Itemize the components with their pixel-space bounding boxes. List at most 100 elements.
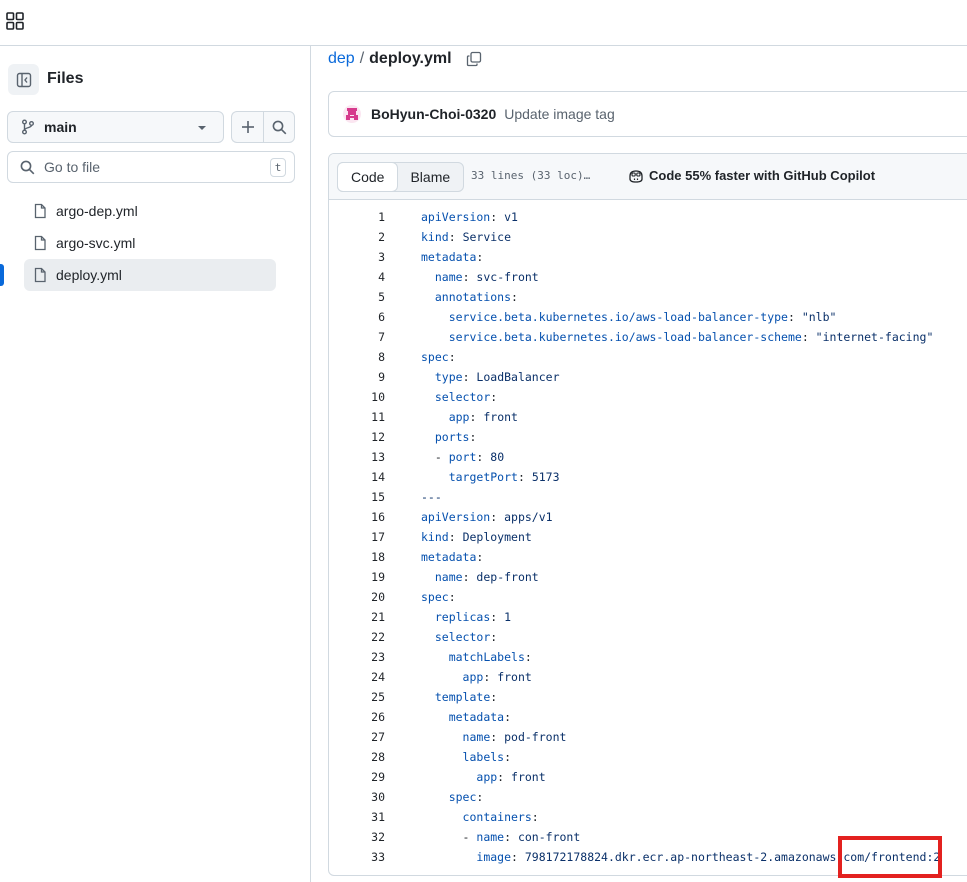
line-number[interactable]: 3 [329,247,385,267]
file-line-count: 33 lines (33 loc)… [471,169,591,182]
line-number[interactable]: 16 [329,507,385,527]
code-text: service.beta.kubernetes.io/aws-load-bala… [448,310,837,324]
code-line: 25 template: [329,687,967,707]
code-line: 24 app: front [329,667,967,687]
code-text: apiVersion: apps/v1 [421,510,553,524]
yaml-value: "nlb" [794,310,837,324]
collapse-sidebar-button[interactable] [8,64,39,95]
line-number[interactable]: 28 [329,747,385,767]
code-line: 20 spec: [329,587,967,607]
line-number[interactable]: 1 [329,207,385,227]
breadcrumb: dep / deploy.yml [328,50,482,68]
commit-message[interactable]: Update image tag [504,106,615,122]
code-text: spec: [421,590,456,604]
tree-item-argo-svc[interactable]: argo-svc.yml [24,227,276,259]
yaml-key: name [434,270,463,284]
line-number[interactable]: 19 [329,567,385,587]
line-number[interactable]: 33 [329,847,385,867]
line-number[interactable]: 23 [329,647,385,667]
line-number[interactable]: 7 [329,327,385,347]
keyboard-shortcut-hint: t [270,158,286,177]
line-number[interactable]: 20 [329,587,385,607]
add-file-button[interactable] [231,111,263,143]
copy-path-icon[interactable] [466,51,482,67]
code-text: labels: [462,750,512,764]
search-code-button[interactable] [263,111,295,143]
go-to-file-input[interactable] [44,159,244,175]
line-number[interactable]: 15 [329,487,385,507]
line-number[interactable]: 18 [329,547,385,567]
line-number[interactable]: 22 [329,627,385,647]
yaml-key: metadata [421,550,477,564]
branch-select-button[interactable]: main [7,111,224,143]
yaml-key: matchLabels [448,650,525,664]
tab-blame[interactable]: Blame [397,163,463,191]
line-number[interactable]: 4 [329,267,385,287]
code-line: 17 kind: Deployment [329,527,967,547]
tree-item-deploy[interactable]: deploy.yml [24,259,276,291]
code-line: 3 metadata: [329,247,967,267]
line-number[interactable]: 21 [329,607,385,627]
code-text: name: pod-front [462,730,567,744]
go-to-file-field[interactable]: t [7,151,295,183]
line-number[interactable]: 14 [329,467,385,487]
code-line: 2 kind: Service [329,227,967,247]
line-number[interactable]: 13 [329,447,385,467]
tree-item-argo-dep[interactable]: argo-dep.yml [24,195,276,227]
yaml-value: v1 [497,210,518,224]
breadcrumb-repo-link[interactable]: dep [328,50,355,68]
commit-author[interactable]: BoHyun-Choi-0320 [371,106,496,122]
line-number[interactable]: 30 [329,787,385,807]
breadcrumb-current-file: deploy.yml [369,50,452,67]
line-number[interactable]: 26 [329,707,385,727]
line-number[interactable]: 12 [329,427,385,447]
code-text: - port: 80 [421,450,505,464]
code-text: selector: [434,630,498,644]
line-number[interactable]: 2 [329,227,385,247]
code-line: 19 name: dep-front [329,567,967,587]
line-number[interactable]: 32 [329,827,385,847]
code-text: --- [421,487,442,507]
sidebar-collapse-icon [16,72,31,87]
copilot-promo-link[interactable]: Code 55% faster with GitHub Copilot [628,168,875,183]
yaml-key: metadata [448,710,505,724]
yaml-key: spec [421,590,449,604]
code-line: 14 targetPort: 5173 [329,467,967,487]
tab-code[interactable]: Code [337,162,399,192]
code-text: selector: [434,390,498,404]
yaml-key: containers [462,810,532,824]
line-number[interactable]: 10 [329,387,385,407]
line-number[interactable]: 6 [329,307,385,327]
line-number[interactable]: 25 [329,687,385,707]
yaml-key: selector [434,630,491,644]
code-line: 16 apiVersion: apps/v1 [329,507,967,527]
code-text: metadata: [421,250,484,264]
yaml-key: labels [462,750,505,764]
yaml-key: kind [421,230,449,244]
code-line: 22 selector: [329,627,967,647]
line-number[interactable]: 27 [329,727,385,747]
yaml-value: dep-front [469,570,539,584]
yaml-value: 80 [483,450,505,464]
yaml-key: name [462,730,491,744]
line-number[interactable]: 29 [329,767,385,787]
yaml-value: pod-front [497,730,567,744]
line-number[interactable]: 24 [329,667,385,687]
yaml-value: LoadBalancer [469,370,560,384]
line-number[interactable]: 9 [329,367,385,387]
code-text: matchLabels: [448,650,532,664]
grid-apps-icon[interactable] [6,12,24,30]
avatar[interactable] [343,105,361,123]
line-number[interactable]: 8 [329,347,385,367]
tree-item-label: deploy.yml [56,267,122,283]
code-text: metadata: [448,710,512,724]
yaml-key: service.beta.kubernetes.io/aws-load-bala… [448,310,788,324]
code-text: containers: [462,810,539,824]
line-number[interactable]: 17 [329,527,385,547]
line-number[interactable]: 11 [329,407,385,427]
line-number[interactable]: 5 [329,287,385,307]
yaml-key: template [434,690,491,704]
yaml-key: apiVersion [421,210,491,224]
code-line: 1 apiVersion: v1 [329,207,967,227]
line-number[interactable]: 31 [329,807,385,827]
